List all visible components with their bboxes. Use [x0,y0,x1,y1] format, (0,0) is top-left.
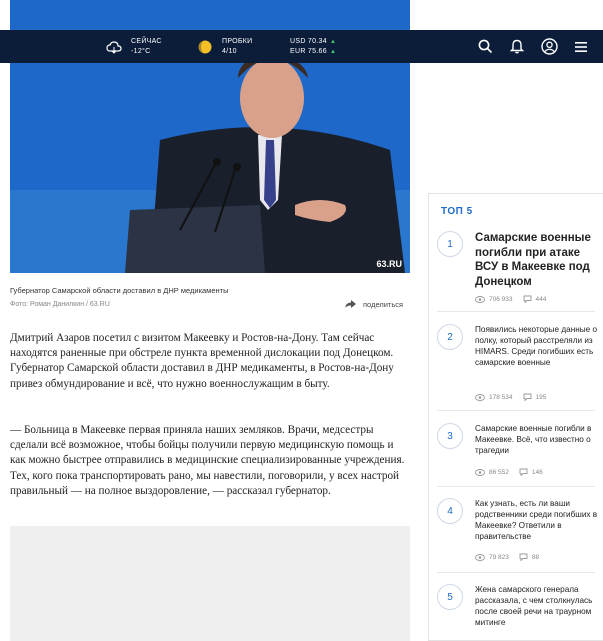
usd-up-arrow: ▲ [329,38,337,45]
share-label: поделиться [363,299,404,309]
traffic-sun-icon [196,38,214,56]
item-stats: 86 552 146 [475,468,553,476]
views-count: 178 534 [489,393,513,401]
divider [437,486,595,487]
traffic-label: ПРОБКИ [222,37,253,45]
views-count: 79 823 [489,553,509,561]
eur-rate: EUR 75.66 [290,47,327,55]
item-stats: 79 823 88 [475,553,549,561]
search-icon[interactable] [469,30,501,63]
top-bar: СЕЙЧАС -12°C ПРОБКИ 4/10 USD 70.34 ▲ EUR … [0,30,603,63]
cloud-icon [105,38,123,56]
top5-item-title[interactable]: Самарские военные погибли при атаке ВСУ … [475,231,603,289]
views-count: 86 552 [489,468,509,476]
share-button[interactable]: поделиться [344,299,403,309]
eye-icon [475,393,485,401]
photo-source-badge: 63.RU [376,259,402,269]
user-icon[interactable] [533,30,565,63]
usd-rate: USD 70.34 [290,37,327,45]
weather-value: -12°C [131,47,151,55]
comment-icon [523,295,531,303]
divider [437,572,595,573]
comment-icon [519,553,528,561]
top5-item-title[interactable]: Как узнать, есть ли ваши родственники ср… [475,498,603,542]
comments-count: 88 [531,553,540,561]
top5-item-title[interactable]: Самарские военные погибли в Макеевке. Вс… [475,423,603,456]
rank-badge: 3 [437,423,463,449]
comments-count: 195 [535,393,547,401]
weather-widget[interactable]: СЕЙЧАС -12°C [105,30,162,63]
divider [437,410,595,411]
rank-badge: 5 [437,584,463,610]
top5-sidebar: ТОП 5 1 Самарские военные погибли при ат… [428,193,603,641]
top5-item-title[interactable]: Жена самарского генерала рассказала, с ч… [475,584,603,628]
photo-credit: Фото: Роман Данилкин / 63.RU [10,301,110,308]
rank-badge: 2 [437,324,463,350]
ad-placeholder [10,526,410,641]
share-arrow-icon [345,300,356,308]
eur-up-arrow: ▲ [329,48,337,55]
rank-badge: 4 [437,498,463,524]
traffic-widget[interactable]: ПРОБКИ 4/10 [196,30,253,63]
top5-item-title[interactable]: Появились некоторые данные о полку, кото… [475,324,603,368]
menu-icon[interactable] [565,30,597,63]
comments-count: 146 [531,468,543,476]
eye-icon [475,295,485,303]
photo-caption: Губернатор Самарской области доставил в … [10,286,229,295]
item-stats: 178 534 195 [475,393,556,401]
weather-label: СЕЙЧАС [131,37,162,45]
traffic-value: 4/10 [222,47,237,55]
eye-icon [475,468,485,476]
rank-badge: 1 [437,231,463,257]
currency-widget[interactable]: USD 70.34 ▲ EUR 75.66 ▲ [290,30,336,63]
article-paragraph-2: — Больница в Макеевке первая приняла наш… [10,424,405,497]
bell-icon[interactable] [501,30,533,63]
article-paragraph-1: Дмитрий Азаров посетил с визитом Макеевк… [10,332,394,390]
views-count: 706 933 [489,295,513,303]
comments-count: 444 [535,295,547,303]
comment-icon [519,468,528,476]
top5-title: ТОП 5 [441,206,473,217]
comment-icon [523,393,531,401]
divider [437,311,595,312]
item-stats: 706 933 444 [475,295,556,303]
eye-icon [475,553,485,561]
